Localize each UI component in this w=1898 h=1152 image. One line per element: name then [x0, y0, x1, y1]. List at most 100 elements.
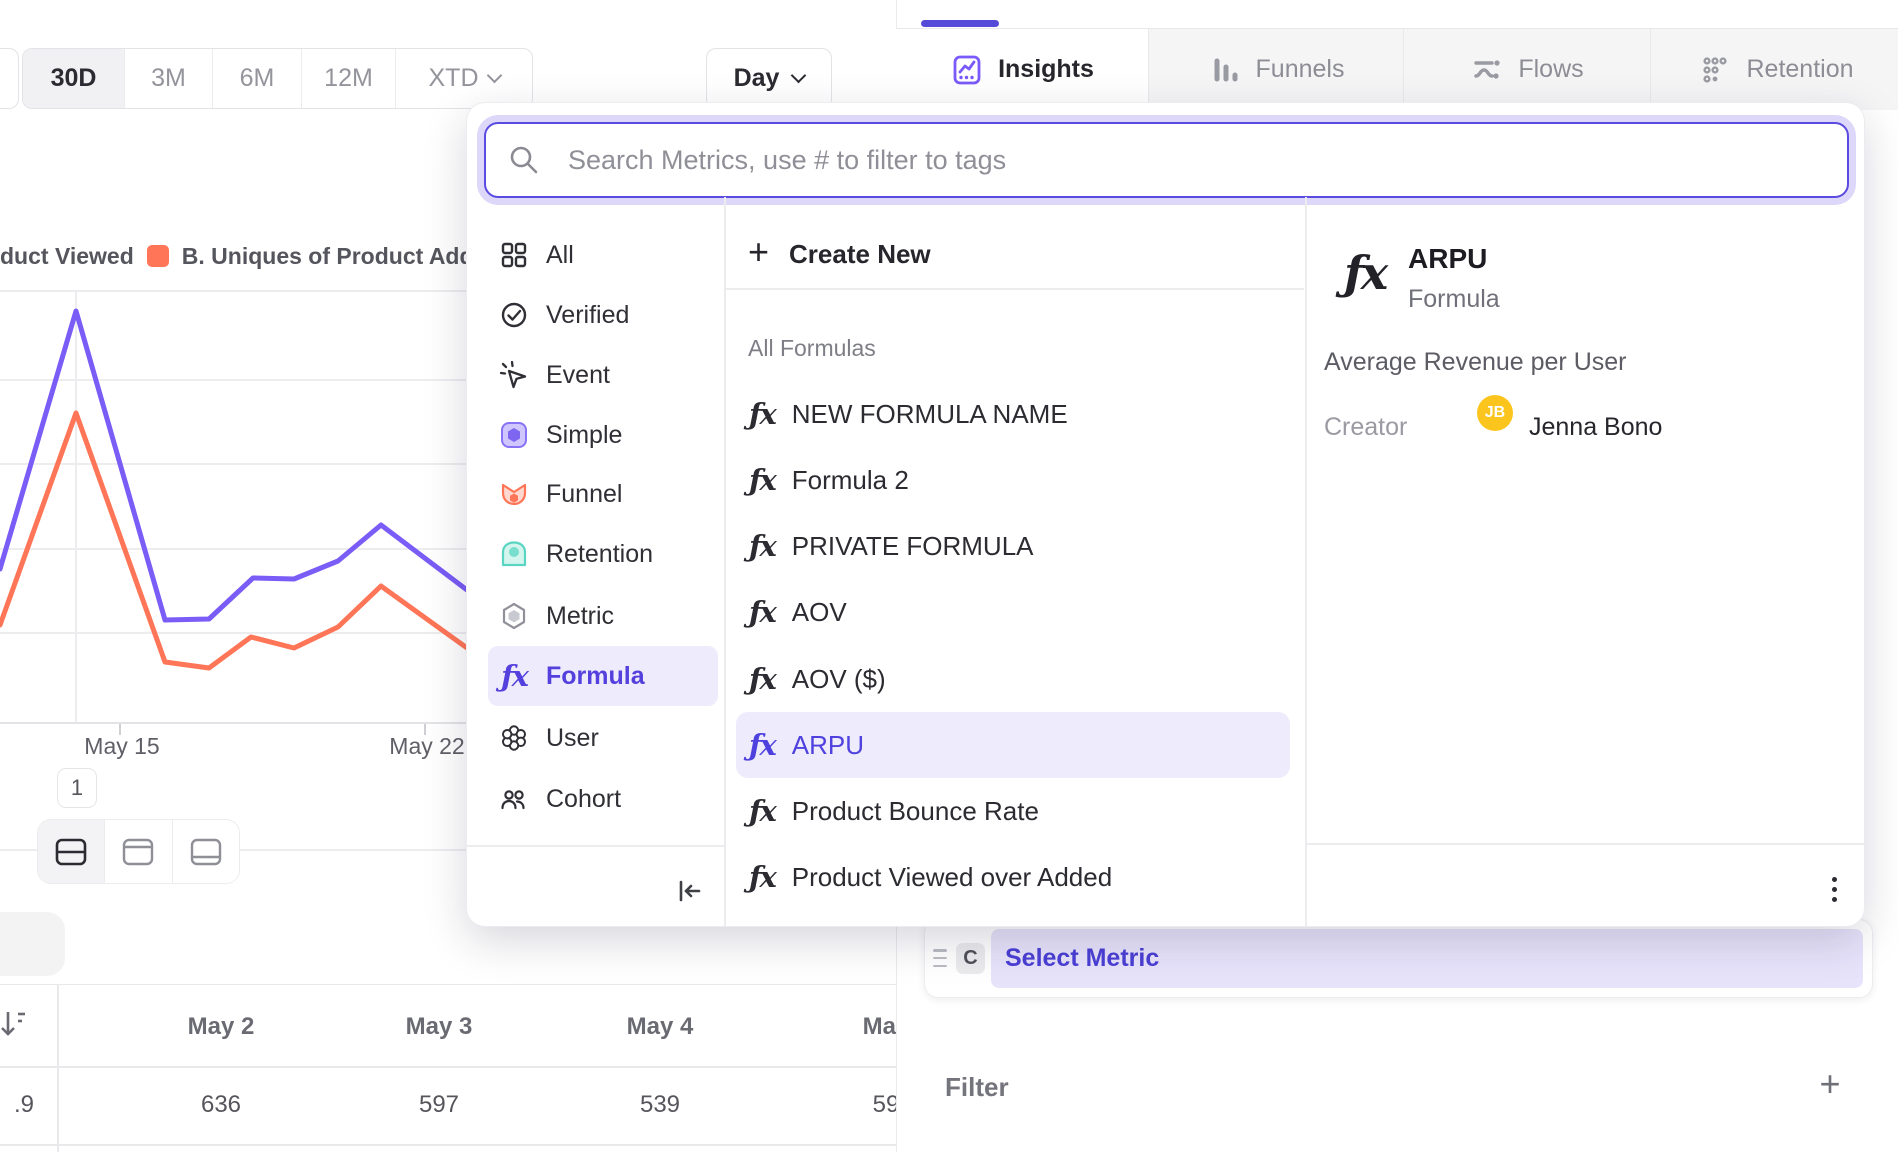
category-label: Simple [546, 421, 622, 450]
formula-icon: ƒx [749, 662, 775, 696]
legend-swatch [147, 245, 169, 267]
category-item-formula[interactable]: ƒxFormula [488, 646, 718, 706]
granularity-label: Day [734, 64, 780, 93]
table-column-header[interactable]: May 3 [329, 1013, 549, 1041]
table-cell: 539 [550, 1091, 770, 1119]
layout-table-view-button[interactable] [172, 820, 239, 883]
flows-icon [1470, 53, 1504, 87]
formula-name: Formula 2 [792, 465, 909, 496]
date-range-xtd-button[interactable]: XTD [395, 49, 532, 108]
tab-insights[interactable]: Insights [896, 29, 1148, 110]
formula-item[interactable]: ƒx Product Bounce Rate [736, 778, 1290, 844]
formula-item[interactable]: ƒxARPU [736, 712, 1290, 778]
category-item-verified[interactable]: Verified [488, 285, 718, 345]
user-icon [499, 723, 529, 753]
create-new-button[interactable]: + Create New [724, 221, 1304, 287]
pagination-page-button[interactable]: 1 [57, 768, 97, 808]
date-range-label: XTD [429, 64, 479, 93]
table-cell: 636 [111, 1091, 331, 1119]
date-range-30d-button[interactable]: 30D [23, 49, 124, 108]
category-label: Funnel [546, 480, 622, 509]
table-column-header[interactable]: May 4 [550, 1013, 770, 1041]
category-item-metric[interactable]: Metric [488, 586, 718, 646]
formula-item[interactable]: ƒxPRIVATE FORMULA [736, 513, 1290, 579]
formula-icon: ƒx [749, 860, 775, 894]
granularity-dropdown[interactable]: Day [706, 48, 832, 109]
category-label: Event [546, 361, 610, 390]
grid-icon [499, 240, 529, 270]
formula-name: Product Bounce Rate [792, 796, 1039, 827]
category-item-user[interactable]: User [488, 708, 718, 768]
layout-toggle-group [37, 819, 240, 884]
insights-icon [950, 53, 984, 87]
formula-item[interactable]: ƒxFormula 2 [736, 447, 1290, 513]
create-new-label: Create New [789, 239, 931, 270]
tab-retention[interactable]: Retention [1650, 29, 1898, 110]
formula-item[interactable]: ƒx Product Viewed over Added [736, 844, 1290, 910]
date-range-segmented-control: 30D3M6M12M XTD [22, 48, 533, 109]
table-column-divider [57, 985, 59, 1152]
category-label: User [546, 724, 599, 753]
collapse-sidebar-button[interactable] [671, 873, 707, 909]
table-column-header[interactable]: May 2 [111, 1013, 331, 1041]
more-options-button[interactable] [1816, 871, 1852, 907]
bottom-view-icon [188, 837, 224, 867]
table-cell-partial: .9 [0, 1091, 34, 1119]
metric-icon [499, 601, 529, 631]
search-icon [508, 144, 540, 176]
formula-icon: ƒx [749, 794, 775, 828]
chart-legend: duct Viewed B. Uniques of Product Add [0, 240, 467, 272]
layout-chart-view-button[interactable] [104, 820, 171, 883]
date-range-12m-button[interactable]: 12M [301, 49, 395, 108]
category-item-event[interactable]: Event [488, 345, 718, 405]
formula-icon: ƒx [749, 529, 775, 563]
sidebar-divider [724, 197, 726, 926]
tab-funnels[interactable]: Funnels [1148, 29, 1403, 110]
formula-item[interactable]: ƒxAOV [736, 579, 1290, 645]
table-row-divider [0, 1066, 896, 1068]
category-item-all[interactable]: All [488, 225, 718, 285]
search-metrics-input[interactable] [484, 122, 1849, 198]
add-filter-button[interactable]: + [1808, 1062, 1852, 1106]
search-field-wrap [484, 122, 1849, 198]
table-cell: 59 [776, 1091, 896, 1119]
table-column-header[interactable]: May [776, 1013, 896, 1041]
drag-handle-icon[interactable] [933, 949, 947, 967]
legend-item[interactable]: duct Viewed [0, 243, 134, 270]
formula-name: Product Viewed over Added [792, 862, 1112, 893]
formula-icon: ƒx [749, 595, 775, 629]
row-header-block-partial [0, 912, 65, 976]
date-range-6m-button[interactable]: 6M [212, 49, 301, 108]
sort-descending-icon[interactable] [0, 1009, 28, 1039]
collapse-left-icon [674, 876, 704, 906]
verified-badge-icon [499, 300, 529, 330]
category-label: All [546, 241, 574, 270]
x-axis-label: May 15 [52, 733, 192, 760]
detail-divider [1305, 197, 1307, 926]
category-label: Formula [546, 662, 645, 691]
formula-name: NEW FORMULA NAME [792, 399, 1068, 430]
category-item-funnel[interactable]: Funnel [488, 464, 718, 524]
layout-split-view-button[interactable] [38, 820, 104, 883]
category-label: Cohort [546, 785, 621, 814]
legend-item[interactable]: B. Uniques of Product Add [182, 243, 467, 270]
category-item-simple[interactable]: Simple [488, 405, 718, 465]
tab-flows[interactable]: Flows [1403, 29, 1650, 110]
metric-row-letter-badge: C [956, 943, 985, 974]
chevron-down-icon [791, 68, 807, 84]
funnels-icon [1208, 53, 1242, 87]
tab-label: Funnels [1256, 55, 1345, 84]
date-range-button-partial[interactable] [0, 48, 19, 109]
tab-label: Insights [998, 55, 1094, 84]
formula-item[interactable]: ƒxAOV ($) [736, 646, 1290, 712]
formula-item[interactable]: ƒxNEW FORMULA NAME [736, 381, 1290, 447]
insights-report-page: 30D3M6M12M XTD Day Insights Funnels Flows Re… [0, 0, 1898, 1152]
split-view-icon [53, 837, 89, 867]
select-metric-button[interactable]: Select Metric [991, 929, 1863, 988]
top-view-icon [120, 837, 156, 867]
tab-label: Retention [1746, 55, 1853, 84]
category-item-cohort[interactable]: Cohort [488, 769, 718, 829]
category-item-retention[interactable]: Retention [488, 524, 718, 584]
date-range-3m-button[interactable]: 3M [124, 49, 212, 108]
event-cursor-icon [499, 360, 529, 390]
